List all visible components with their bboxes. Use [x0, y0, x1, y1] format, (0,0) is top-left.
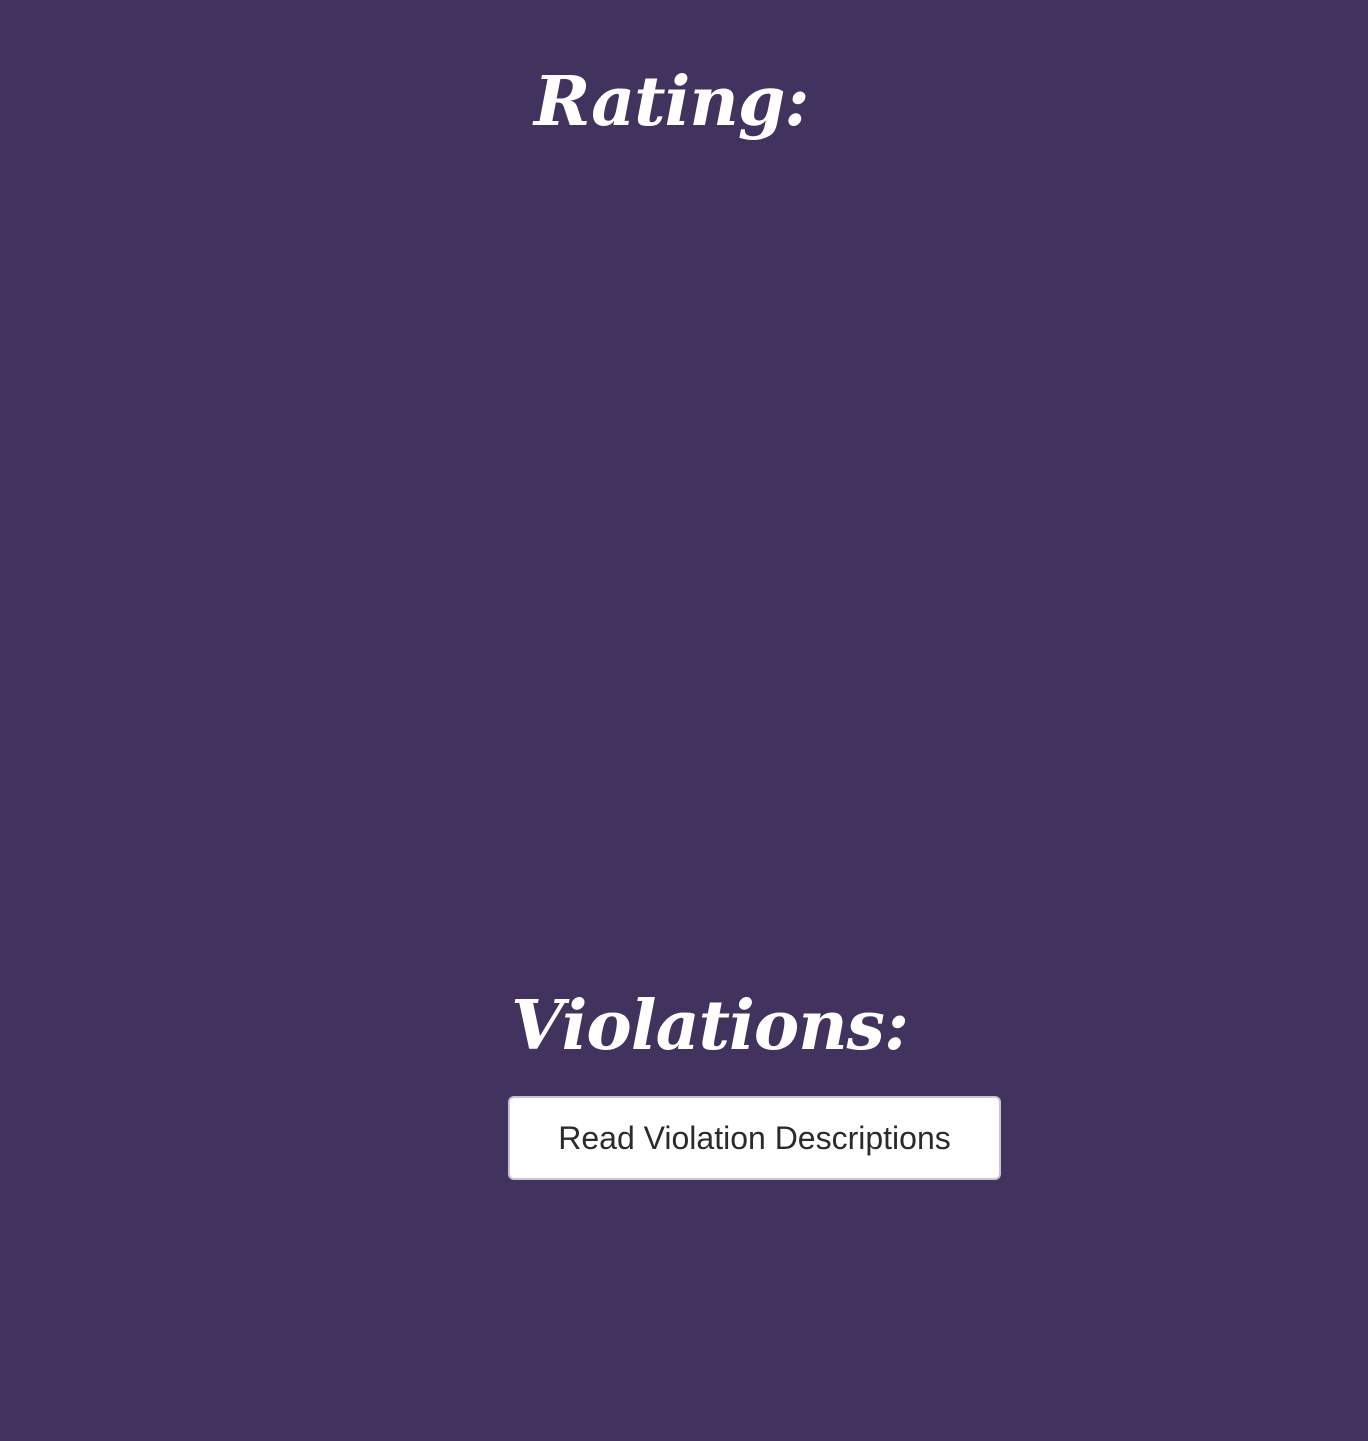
violations-heading: Violations:: [511, 986, 909, 1066]
read-violation-descriptions-button[interactable]: Read Violation Descriptions: [508, 1096, 1001, 1180]
rating-heading: Rating:: [534, 62, 809, 142]
